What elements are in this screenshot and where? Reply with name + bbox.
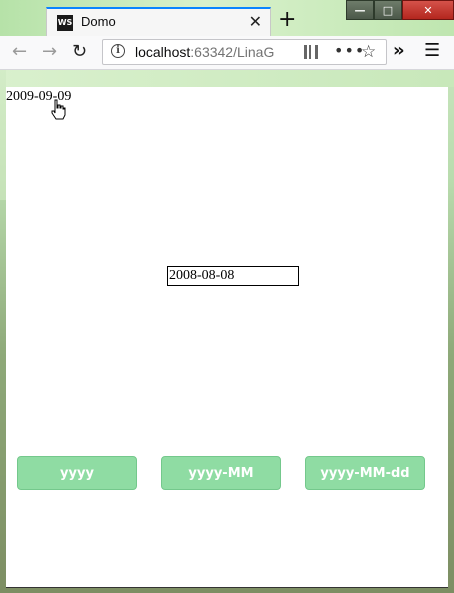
bookmark-star-icon[interactable]: ☆ <box>361 42 376 62</box>
format-yyyy-mm-dd-button[interactable]: yyyy-MM-dd <box>305 456 425 490</box>
tab-domo[interactable]: WS Domo ✕ <box>46 7 271 36</box>
navigation-toolbar: ← → ↻ i localhost:63342/LinaG ••• ☆ » ☰ <box>0 36 454 70</box>
url-path: :63342/LinaG <box>190 44 275 60</box>
window-controls: — □ ✕ <box>346 0 454 20</box>
date-input[interactable] <box>167 266 299 286</box>
back-icon[interactable]: ← <box>12 42 27 62</box>
maximize-button[interactable]: □ <box>374 0 402 20</box>
url-bar[interactable]: i localhost:63342/LinaG ••• ☆ <box>102 39 387 65</box>
page-content: 2009-09-09 yyyy yyyy-MM yyyy-MM-dd <box>6 87 448 587</box>
overflow-icon[interactable]: » <box>393 40 405 61</box>
close-tab-icon[interactable]: ✕ <box>249 12 262 31</box>
info-icon[interactable]: i <box>111 44 125 58</box>
qr-code-icon[interactable] <box>304 45 318 59</box>
close-window-button[interactable]: ✕ <box>402 0 454 20</box>
window-bottom-border <box>6 587 448 588</box>
browser-titlebar: WS Domo ✕ + — □ ✕ <box>0 0 454 36</box>
page-top-strip <box>0 70 454 87</box>
webstorm-favicon-icon: WS <box>57 15 73 31</box>
tab-title: Domo <box>81 14 116 29</box>
hand-cursor-icon <box>51 99 66 120</box>
url-host: localhost <box>135 44 191 60</box>
minimize-button[interactable]: — <box>346 0 374 20</box>
reload-icon[interactable]: ↻ <box>72 42 87 62</box>
format-yyyy-button[interactable]: yyyy <box>17 456 137 490</box>
new-tab-button[interactable]: + <box>278 8 296 32</box>
url-text[interactable]: localhost:63342/LinaG <box>135 44 295 60</box>
forward-icon[interactable]: → <box>42 42 57 62</box>
format-yyyy-mm-button[interactable]: yyyy-MM <box>161 456 281 490</box>
menu-icon[interactable]: ☰ <box>424 40 440 61</box>
